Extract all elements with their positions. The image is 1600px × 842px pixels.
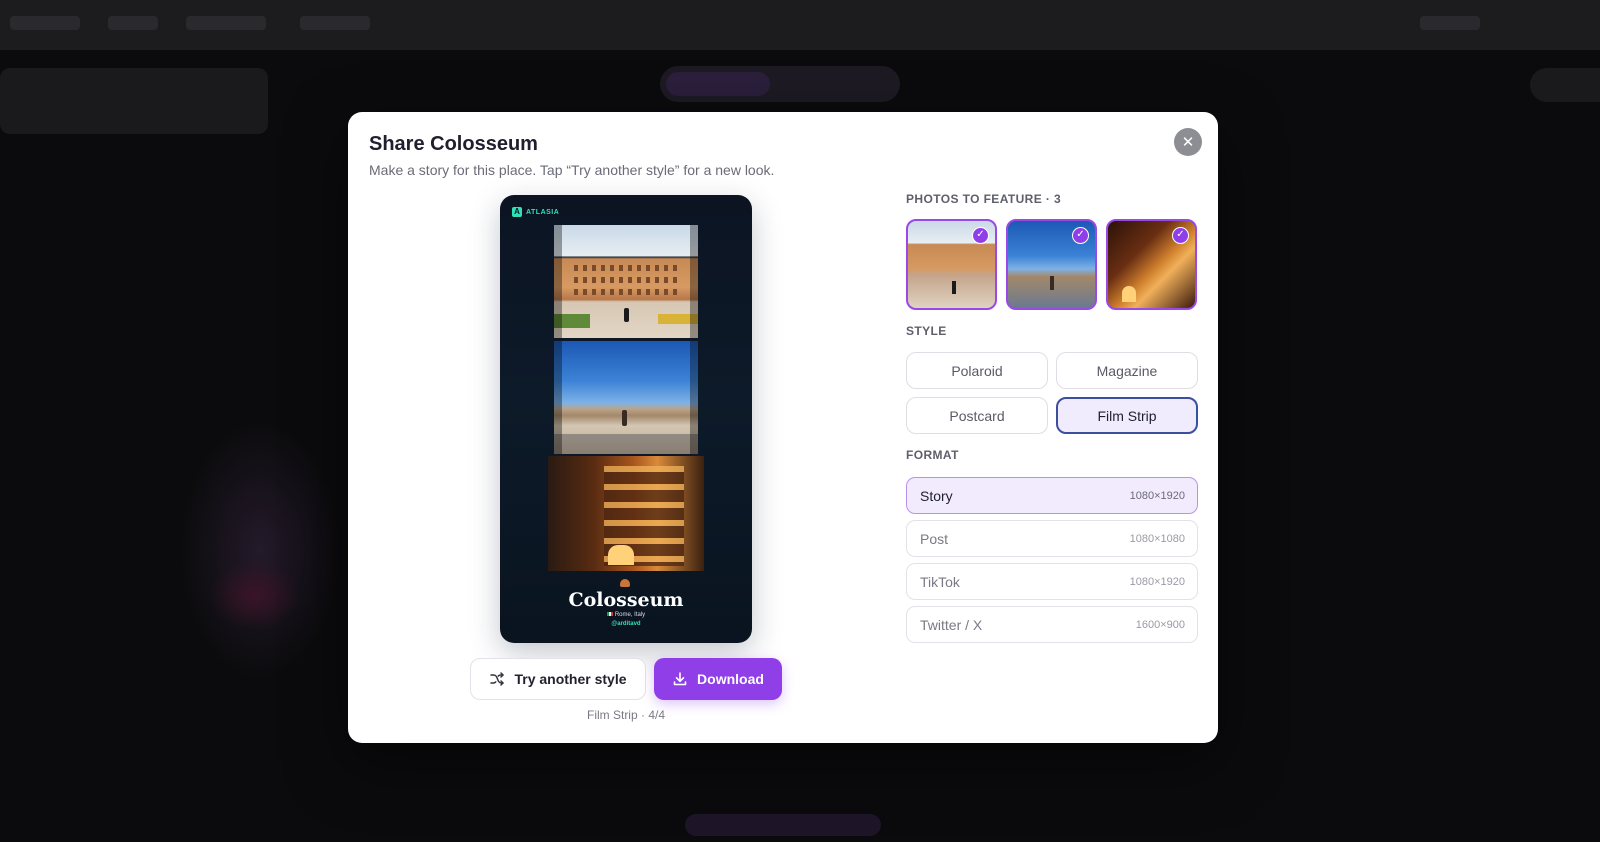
close-button[interactable]: ✕: [1174, 128, 1202, 156]
style-option-polaroid[interactable]: Polaroid: [906, 352, 1048, 389]
format-name: Story: [920, 488, 953, 504]
background-nav-item: [300, 16, 370, 30]
download-button[interactable]: Download: [654, 658, 782, 700]
brand-name: ATLASIA: [526, 208, 560, 216]
check-icon: ✓: [972, 227, 989, 244]
background-segmented-control: [660, 66, 900, 102]
photo-thumb-3[interactable]: ✓: [1106, 219, 1197, 310]
background-image: [210, 560, 300, 630]
format-name: Twitter / X: [920, 617, 983, 633]
film-frame-1: [554, 225, 698, 338]
story-preview: A ATLASIA Colosseum Rome, Italy @arditav…: [500, 195, 752, 643]
poster-place-name: Colosseum: [568, 589, 684, 611]
format-name: Post: [920, 531, 949, 547]
photo-thumb-2[interactable]: ✓: [1006, 219, 1097, 310]
close-icon: ✕: [1181, 134, 1195, 151]
film-frame-3: [548, 456, 704, 571]
background-button: [1530, 68, 1600, 102]
background-card: [0, 68, 268, 134]
style-option-postcard[interactable]: Postcard: [906, 397, 1048, 434]
shuffle-icon: [490, 672, 505, 686]
format-option-post[interactable]: Post 1080×1080: [906, 520, 1198, 557]
background-image: [180, 420, 340, 680]
download-label: Download: [697, 671, 764, 687]
poster-location-text: Rome, Italy: [614, 612, 646, 618]
format-option-tiktok[interactable]: TikTok 1080×1920: [906, 563, 1198, 600]
photo-thumb-1[interactable]: ✓: [906, 219, 997, 310]
check-icon: ✓: [1172, 227, 1189, 244]
italy-flag-icon: [606, 612, 613, 617]
format-option-twitter-x[interactable]: Twitter / X 1600×900: [906, 606, 1198, 643]
background-nav-item: [1420, 16, 1480, 30]
film-frame-2: [554, 341, 698, 454]
format-size: 1600×900: [1135, 619, 1185, 631]
brand-logo: A ATLASIA: [512, 207, 559, 217]
background-nav-item: [108, 16, 158, 30]
style-counter: Film Strip · 4/4: [586, 708, 665, 722]
poster-handle: @arditavd: [611, 621, 641, 627]
format-option-story[interactable]: Story 1080×1920: [906, 477, 1198, 514]
brand-icon: A: [512, 207, 522, 217]
download-icon: [673, 672, 687, 686]
style-option-film-strip[interactable]: Film Strip: [1056, 397, 1198, 434]
background-logo: [10, 16, 80, 30]
format-size: 1080×1080: [1129, 533, 1185, 545]
photos-section-label: PHOTOS TO FEATURE · 3: [906, 192, 1062, 206]
try-another-style-button[interactable]: Try another style: [470, 658, 646, 700]
format-size: 1080×1920: [1129, 490, 1185, 502]
poster-location: Rome, Italy: [500, 612, 752, 618]
format-section-label: FORMAT: [906, 448, 959, 462]
background-bottom-bar: [685, 814, 881, 836]
style-option-magazine[interactable]: Magazine: [1056, 352, 1198, 389]
style-section-label: STYLE: [906, 324, 947, 338]
modal-title: Share Colosseum: [369, 133, 538, 155]
background-nav-item: [186, 16, 266, 30]
format-name: TikTok: [920, 574, 960, 590]
colosseum-emblem-icon: [620, 579, 630, 587]
format-size: 1080×1920: [1129, 576, 1185, 588]
background-topbar: [0, 0, 1600, 50]
check-icon: ✓: [1072, 227, 1089, 244]
try-another-style-label: Try another style: [514, 671, 627, 687]
modal-subtitle: Make a story for this place. Tap “Try an…: [369, 162, 775, 178]
share-modal: Share Colosseum Make a story for this pl…: [348, 112, 1218, 743]
